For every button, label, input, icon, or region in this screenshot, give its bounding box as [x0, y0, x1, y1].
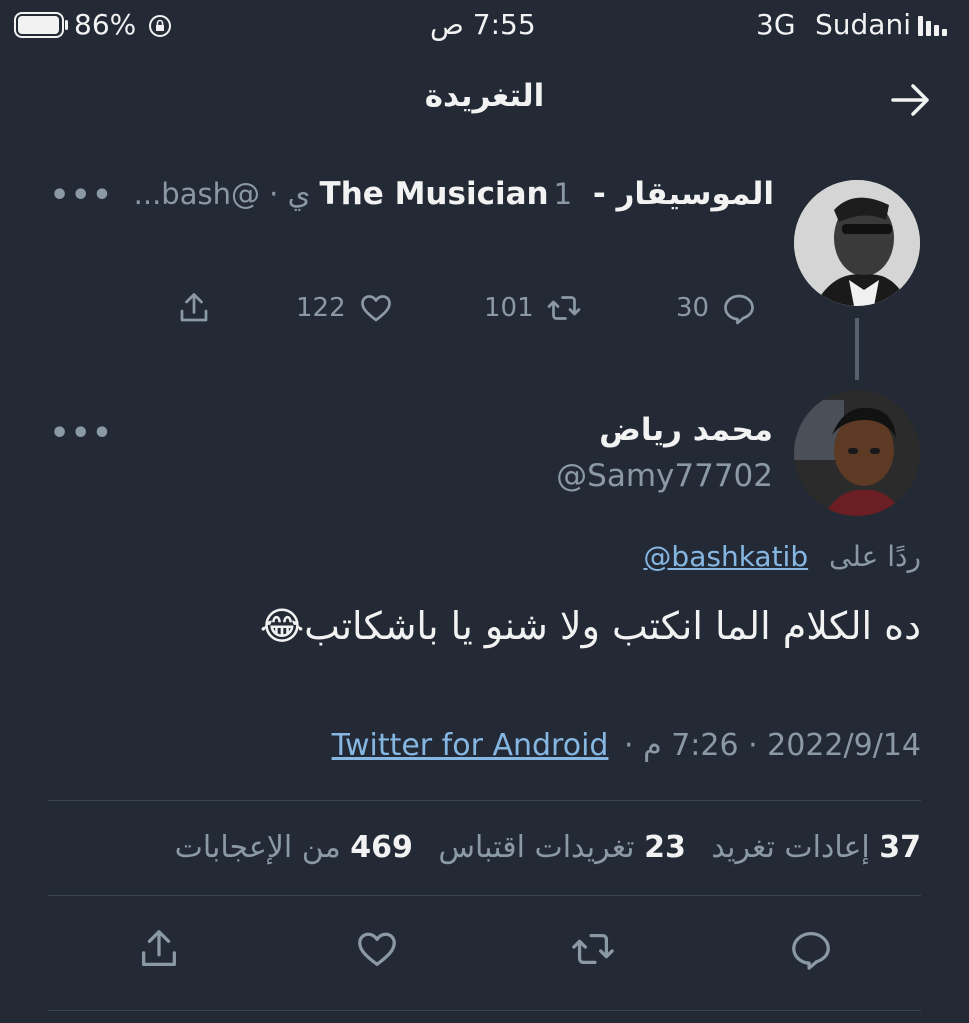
- retweet-button[interactable]: 101: [484, 290, 582, 326]
- share-button[interactable]: [136, 926, 182, 972]
- retweets-count: 37: [879, 830, 921, 865]
- tweet-text: ده الكلام الما انكتب ولا شنو يا باشكاتب😂: [259, 604, 921, 648]
- share-icon: [180, 293, 208, 322]
- thread-line: [855, 318, 859, 380]
- reply-button[interactable]: 30: [676, 290, 757, 326]
- reply-count: 30: [676, 293, 710, 323]
- reply-icon: [724, 294, 754, 325]
- avatar[interactable]: [794, 180, 920, 306]
- replying-to-line: ردًا على @bashkatib: [643, 540, 921, 573]
- stat-retweets[interactable]: 37 إعادات تغريد: [702, 830, 921, 865]
- quotes-count: 23: [644, 830, 686, 865]
- share-icon: [142, 930, 176, 966]
- header: التغريدة: [0, 60, 969, 140]
- heart-icon: [360, 295, 391, 322]
- like-button[interactable]: 122: [296, 290, 394, 326]
- replying-prefix: ردًا على: [829, 540, 921, 573]
- like-count: 122: [296, 293, 346, 323]
- tweet-meta: 2022/9/14 · 7:26 م · Twitter for Android: [332, 728, 921, 763]
- retweet-icon: [547, 296, 580, 320]
- status-time: 7:55 ص: [430, 8, 536, 41]
- main-author-handle[interactable]: @Samy77702: [556, 458, 773, 494]
- retweets-label: إعادات تغريد: [711, 830, 870, 865]
- retweet-count: 101: [484, 293, 534, 323]
- page-title: التغريدة: [424, 78, 545, 114]
- reply-icon: [792, 932, 830, 970]
- battery-percent: 86%: [74, 8, 137, 41]
- stat-likes[interactable]: 469 من الإعجابات: [175, 830, 413, 865]
- divider: [48, 1010, 921, 1011]
- signal-icon: [916, 12, 956, 38]
- likes-label: من الإعجابات: [174, 830, 341, 865]
- orientation-lock-icon: [148, 14, 172, 38]
- quotes-label: تغريدات اقتباس: [438, 830, 635, 865]
- replying-to-link[interactable]: @bashkatib: [643, 540, 808, 573]
- avatar[interactable]: [794, 390, 920, 516]
- stat-quotes[interactable]: 23 تغريدات اقتباس: [429, 830, 686, 865]
- tweet-source-link[interactable]: Twitter for Android: [332, 728, 609, 763]
- battery-icon: [14, 12, 70, 38]
- arrow-right-icon[interactable]: [889, 78, 933, 122]
- parent-tweet-header: الموسيقار - The Musician 1 ي · @bash...: [120, 176, 774, 218]
- retweet-button[interactable]: [570, 926, 616, 972]
- status-bar: 86% 7:55 ص 3G Sudani: [0, 0, 969, 52]
- reply-button[interactable]: [788, 926, 834, 972]
- parent-author-name[interactable]: الموسيقار - The Musician: [320, 176, 774, 212]
- retweet-icon: [572, 933, 614, 965]
- likes-count: 469: [350, 830, 413, 865]
- more-icon[interactable]: •••: [50, 178, 114, 213]
- divider: [48, 800, 921, 801]
- carrier-name: Sudani: [815, 8, 911, 41]
- network-type: 3G: [756, 8, 796, 41]
- more-icon[interactable]: •••: [50, 416, 114, 451]
- main-author-name[interactable]: محمد رياض: [599, 412, 773, 448]
- tweet-stats: 37 إعادات تغريد 23 تغريدات اقتباس 469 من…: [175, 830, 921, 865]
- like-button[interactable]: [354, 926, 400, 972]
- heart-icon: [358, 932, 396, 966]
- divider: [48, 895, 921, 896]
- tweet-timestamp: 2022/9/14 · 7:26 م ·: [624, 728, 921, 763]
- share-button[interactable]: [176, 290, 212, 326]
